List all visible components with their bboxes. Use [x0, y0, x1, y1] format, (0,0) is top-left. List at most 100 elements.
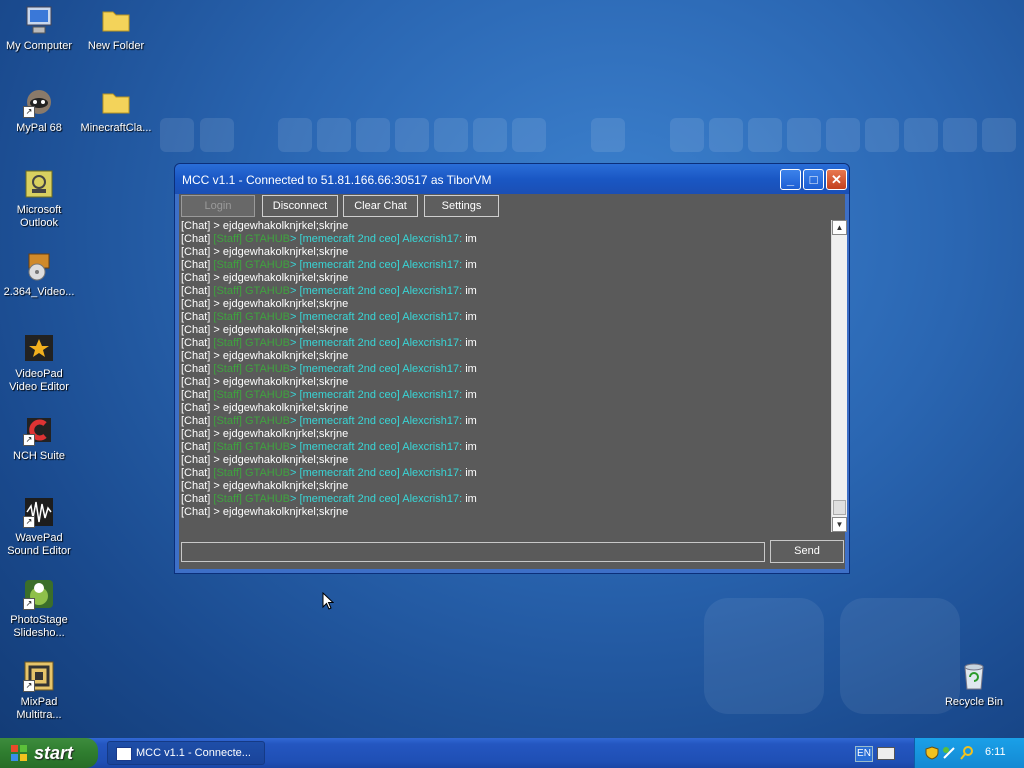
bg-decoration: [943, 118, 977, 152]
login-button[interactable]: Login: [181, 195, 255, 217]
chat-line: [Chat] [Staff] GTAHUB> [memecraft 2nd ce…: [181, 467, 831, 480]
minimize-button[interactable]: _: [780, 169, 801, 190]
scroll-thumb[interactable]: [833, 500, 846, 515]
chevron-down-icon: ▼: [835, 520, 844, 529]
chat-line: [Chat] [Staff] GTAHUB> [memecraft 2nd ce…: [181, 259, 831, 272]
folder-icon: [100, 86, 132, 118]
outlook-icon: [23, 168, 55, 200]
chat-line: [Chat] > ejdgewhakolknjrkel;skrjne: [181, 428, 831, 441]
chat-prefix: [Chat] >: [181, 402, 223, 414]
chat-rank: [Staff] GTAHUB: [213, 389, 291, 401]
desktop-icon-videopad[interactable]: VideoPad Video Editor: [0, 332, 78, 394]
chat-line: [Chat] > ejdgewhakolknjrkel;skrjne: [181, 324, 831, 337]
start-button[interactable]: start: [0, 738, 98, 768]
chat-prefix: [Chat]: [181, 467, 214, 479]
chat-sender: > [memecraft 2nd ceo] Alexcrish17:: [290, 493, 463, 505]
chat-line: [Chat] [Staff] GTAHUB> [memecraft 2nd ce…: [181, 415, 831, 428]
shortcut-arrow-icon: ↗: [23, 434, 35, 446]
send-button[interactable]: Send: [770, 540, 844, 563]
chevron-up-icon: ▲: [835, 223, 844, 232]
bg-decoration: [317, 118, 351, 152]
scroll-up-button[interactable]: ▲: [832, 220, 847, 235]
chat-prefix: [Chat]: [181, 389, 214, 401]
desktop-icon-my-computer[interactable]: My Computer: [0, 4, 78, 53]
network-icon[interactable]: [942, 746, 956, 760]
chat-line: [Chat] > ejdgewhakolknjrkel;skrjne: [181, 480, 831, 493]
chat-line: [Chat] > ejdgewhakolknjrkel;skrjne: [181, 298, 831, 311]
chat-rank: [Staff] GTAHUB: [213, 415, 291, 427]
window-titlebar[interactable]: MCC v1.1 - Connected to 51.81.166.66:305…: [175, 164, 849, 194]
shield-icon[interactable]: [925, 746, 939, 760]
chat-prefix: [Chat] >: [181, 506, 223, 518]
language-indicator[interactable]: EN: [855, 746, 873, 762]
desktop-icon-label: PhotoStage Slidesho...: [10, 614, 68, 639]
desktop-icon-mypal[interactable]: ↗ MyPal 68: [0, 86, 78, 135]
desktop-icon-label: MixPad Multitra...: [16, 696, 62, 721]
chat-sender: > [memecraft 2nd ceo] Alexcrish17:: [290, 259, 463, 271]
bg-decoration: [434, 118, 468, 152]
desktop-icon-photostage[interactable]: ↗ PhotoStage Slidesho...: [0, 578, 78, 640]
chat-line: [Chat] > ejdgewhakolknjrkel;skrjne: [181, 376, 831, 389]
chat-line: [Chat] > ejdgewhakolknjrkel;skrjne: [181, 246, 831, 259]
desktop-icon-nch-suite[interactable]: ↗ NCH Suite: [0, 414, 78, 463]
desktop-icon-outlook[interactable]: Microsoft Outlook: [0, 168, 78, 230]
chat-prefix: [Chat]: [181, 363, 214, 375]
shortcut-arrow-icon: ↗: [23, 680, 35, 692]
chat-message: ejdgewhakolknjrkel;skrjne: [222, 376, 349, 388]
chat-sender: > [memecraft 2nd ceo] Alexcrish17:: [290, 311, 463, 323]
chat-rank: [Staff] GTAHUB: [213, 311, 291, 323]
chat-rank: [Staff] GTAHUB: [213, 259, 291, 271]
keyboard-icon[interactable]: [877, 747, 895, 760]
desktop-icon-label: NCH Suite: [13, 450, 65, 462]
message-input[interactable]: [181, 542, 765, 562]
bg-decoration: [512, 118, 546, 152]
desktop-icon-label: Recycle Bin: [944, 696, 1004, 708]
chat-line: [Chat] > ejdgewhakolknjrkel;skrjne: [181, 454, 831, 467]
mixpad-icon: ↗: [23, 660, 55, 692]
chat-sender: > [memecraft 2nd ceo] Alexcrish17:: [290, 337, 463, 349]
desktop-icon-label: MinecraftCla...: [80, 122, 152, 134]
bg-decoration: [395, 118, 429, 152]
wavepad-icon: ↗: [23, 496, 55, 528]
bg-decoration: [591, 118, 625, 152]
chat-scrollbar[interactable]: ▲ ▼: [831, 220, 847, 532]
photostage-icon: ↗: [23, 578, 55, 610]
shortcut-arrow-icon: ↗: [23, 598, 35, 610]
chat-message: im: [462, 389, 477, 401]
chat-prefix: [Chat]: [181, 311, 214, 323]
settings-button[interactable]: Settings: [424, 195, 499, 217]
chat-prefix: [Chat] >: [181, 298, 223, 310]
desktop-icon-video-installer[interactable]: 2.364_Video...: [0, 250, 78, 299]
desktop-icon-mixpad[interactable]: ↗ MixPad Multitra...: [0, 660, 78, 722]
chat-prefix: [Chat] >: [181, 220, 223, 232]
bg-decoration: [670, 118, 704, 152]
clock[interactable]: 6:11: [985, 746, 1006, 758]
disconnect-button[interactable]: Disconnect: [262, 195, 338, 217]
bg-decoration: [826, 118, 860, 152]
chat-message: ejdgewhakolknjrkel;skrjne: [222, 350, 349, 362]
chat-log[interactable]: [Chat] > ejdgewhakolknjrkel;skrjne [Chat]…: [181, 220, 831, 530]
chat-message: ejdgewhakolknjrkel;skrjne: [222, 506, 349, 518]
mypal-icon: ↗: [23, 86, 55, 118]
desktop-icon-label: My Computer: [5, 40, 73, 52]
chat-sender: > [memecraft 2nd ceo] Alexcrish17:: [290, 363, 463, 375]
search-icon[interactable]: [960, 746, 974, 760]
chat-sender: > [memecraft 2nd ceo] Alexcrish17:: [290, 285, 463, 297]
close-button[interactable]: ✕: [826, 169, 847, 190]
desktop-icon-minecraftcla[interactable]: MinecraftCla...: [77, 86, 155, 135]
chat-prefix: [Chat] >: [181, 454, 223, 466]
chat-message: ejdgewhakolknjrkel;skrjne: [222, 428, 349, 440]
chat-message: ejdgewhakolknjrkel;skrjne: [222, 402, 349, 414]
clear-chat-button[interactable]: Clear Chat: [343, 195, 418, 217]
chat-line: [Chat] > ejdgewhakolknjrkel;skrjne: [181, 272, 831, 285]
scroll-down-button[interactable]: ▼: [832, 517, 847, 532]
desktop-icon-recycle-bin[interactable]: Recycle Bin: [935, 660, 1013, 709]
taskbar-item-mcc[interactable]: MCC v1.1 - Connecte...: [107, 741, 265, 765]
maximize-icon: □: [809, 172, 818, 187]
window-title: MCC v1.1 - Connected to 51.81.166.66:305…: [182, 173, 492, 187]
maximize-button[interactable]: □: [803, 169, 824, 190]
chat-line: [Chat] > ejdgewhakolknjrkel;skrjne: [181, 350, 831, 363]
desktop-icon-new-folder[interactable]: New Folder: [77, 4, 155, 53]
taskbar: start MCC v1.1 - Connecte... EN 6:11: [0, 738, 1024, 768]
desktop-icon-wavepad[interactable]: ↗ WavePad Sound Editor: [0, 496, 78, 558]
